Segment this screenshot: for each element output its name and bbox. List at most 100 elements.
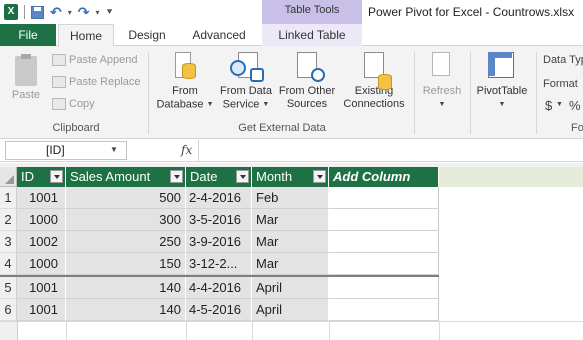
paste-replace-label: Paste Replace (69, 76, 141, 88)
paste-button[interactable]: Paste (8, 52, 44, 102)
cell-add-column[interactable] (329, 231, 439, 253)
from-other-sources-label-1: From Other (278, 85, 336, 97)
ribbon: Paste Paste Append Paste Replace Copy Cl… (0, 46, 583, 139)
column-header-month[interactable]: Month (252, 167, 329, 187)
paste-append-label: Paste Append (69, 54, 138, 66)
filter-dropdown-icon[interactable] (236, 170, 249, 183)
refresh-button[interactable]: Refresh ▼ (418, 52, 466, 111)
add-column-header[interactable]: Add Column (329, 167, 439, 187)
other-sources-icon (293, 52, 325, 82)
filter-dropdown-icon[interactable] (170, 170, 183, 183)
cell-id[interactable]: 1001 (17, 187, 66, 209)
customize-toolbar-icon[interactable]: ⯆ (106, 7, 114, 18)
pivottable-label: PivotTable (476, 85, 528, 97)
cell-month[interactable]: Mar (252, 209, 329, 231)
row-header-empty (0, 322, 17, 340)
from-other-sources-button[interactable]: From Other Sources (276, 52, 338, 111)
cell-add-column[interactable] (329, 299, 439, 321)
copy-button[interactable]: Copy (52, 98, 95, 110)
cell-date[interactable]: 2-4-2016 (186, 187, 252, 209)
cell-month[interactable]: Mar (252, 231, 329, 253)
external-data-group-label: Get External Data (238, 122, 326, 134)
data-type-label[interactable]: Data Typ (543, 54, 583, 66)
chevron-down-icon: ▼ (206, 101, 214, 108)
data-service-icon (230, 52, 264, 82)
redo-icon[interactable]: ↷ (78, 4, 90, 21)
cell-id[interactable]: 1002 (17, 231, 66, 253)
cell-sales-amount[interactable]: 150 (66, 253, 186, 275)
column-header-date[interactable]: Date (186, 167, 252, 187)
tab-home[interactable]: Home (58, 24, 114, 47)
formula-input[interactable] (200, 141, 580, 160)
cell-month[interactable]: April (252, 299, 329, 321)
column-header-id[interactable]: ID (17, 167, 66, 187)
copy-label: Copy (69, 98, 95, 110)
cell-id[interactable]: 1001 (17, 299, 66, 321)
formula-bar: [ID] ▼ fx (0, 140, 583, 162)
cell-date[interactable]: 3-12-2... (186, 253, 252, 275)
row-number[interactable]: 4 (0, 253, 17, 275)
paste-replace-button[interactable]: Paste Replace (52, 76, 141, 88)
format-label[interactable]: Format (543, 78, 578, 90)
cell-add-column[interactable] (329, 209, 439, 231)
paste-append-button[interactable]: Paste Append (52, 54, 138, 66)
cell-sales-amount[interactable]: 140 (66, 277, 186, 299)
cell-add-column[interactable] (329, 277, 439, 299)
cell-add-column[interactable] (329, 253, 439, 275)
fx-icon[interactable]: fx (181, 143, 192, 157)
cell-month[interactable]: April (252, 277, 329, 299)
cell-sales-amount[interactable]: 500 (66, 187, 186, 209)
cell-sales-amount[interactable]: 250 (66, 231, 186, 253)
tab-file[interactable]: File (0, 24, 56, 46)
tab-design[interactable]: Design (116, 24, 178, 46)
filter-dropdown-icon[interactable] (313, 170, 326, 183)
cell-date[interactable]: 3-5-2016 (186, 209, 252, 231)
chevron-down-icon: ▼ (262, 101, 270, 108)
from-data-service-button[interactable]: From Data Service ▼ (217, 52, 275, 111)
grid-line (186, 321, 187, 340)
existing-connections-button[interactable]: Existing Connections (340, 52, 408, 111)
undo-icon[interactable]: ↶ (50, 4, 62, 21)
from-database-button[interactable]: From Database ▼ (154, 52, 216, 111)
paste-label: Paste (11, 89, 41, 101)
existing-connections-label-2: Connections (343, 98, 405, 110)
cell-id[interactable]: 1000 (17, 253, 66, 275)
column-header-label: ID (21, 169, 34, 184)
cell-add-column[interactable] (329, 187, 439, 209)
undo-dropdown-icon[interactable]: ▾ (68, 8, 72, 17)
cell-sales-amount[interactable]: 140 (66, 299, 186, 321)
cell-id[interactable]: 1000 (17, 209, 66, 231)
select-all-corner[interactable] (0, 167, 17, 187)
column-header-sales-amount[interactable]: Sales Amount (66, 167, 186, 187)
row-number[interactable]: 5 (0, 277, 17, 299)
tab-linked-table[interactable]: Linked Table (262, 24, 362, 46)
data-grid: ID Sales Amount Date Month Add Column 1 … (0, 167, 583, 340)
cell-sales-amount[interactable]: 300 (66, 209, 186, 231)
cell-month[interactable]: Mar (252, 253, 329, 275)
grid-line (66, 321, 67, 340)
chevron-down-icon: ▼ (556, 101, 563, 108)
redo-dropdown-icon[interactable]: ▾ (95, 8, 99, 17)
cell-date[interactable]: 4-5-2016 (186, 299, 252, 321)
grid-line (0, 321, 583, 322)
title-bar: X ↶ ▾ ↷ ▾ ⯆ Table Tools Power Pivot for … (0, 0, 583, 24)
empty-header-area (439, 167, 583, 187)
refresh-icon (428, 52, 456, 82)
currency-button[interactable]: $ (545, 98, 552, 113)
percent-button[interactable]: % (569, 98, 581, 113)
cell-id[interactable]: 1001 (17, 277, 66, 299)
chevron-down-icon: ▼ (498, 101, 506, 108)
row-number[interactable]: 3 (0, 231, 17, 253)
tab-advanced[interactable]: Advanced (180, 24, 258, 46)
row-number[interactable]: 1 (0, 187, 17, 209)
filter-dropdown-icon[interactable] (50, 170, 63, 183)
chevron-down-icon[interactable]: ▼ (110, 145, 118, 154)
row-number[interactable]: 2 (0, 209, 17, 231)
pivottable-button[interactable]: PivotTable ▼ (472, 52, 532, 111)
cell-date[interactable]: 4-4-2016 (186, 277, 252, 299)
row-number[interactable]: 6 (0, 299, 17, 321)
name-box[interactable]: [ID] (5, 141, 127, 160)
cell-date[interactable]: 3-9-2016 (186, 231, 252, 253)
cell-month[interactable]: Feb (252, 187, 329, 209)
save-icon[interactable] (31, 5, 44, 19)
